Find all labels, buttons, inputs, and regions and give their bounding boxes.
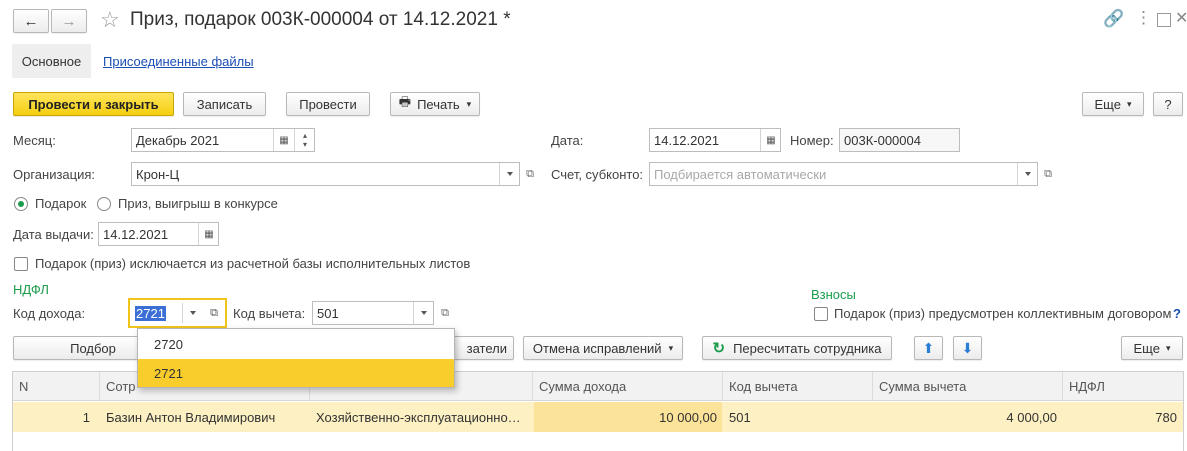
number-value: 003К-000004	[844, 133, 921, 148]
move-up-button[interactable]: ⬆	[914, 336, 943, 360]
chevron-down-icon[interactable]	[499, 163, 520, 185]
col-header-deduction-sum[interactable]: Сумма вычета	[873, 372, 1063, 400]
number-field[interactable]: 003К-000004	[839, 128, 960, 152]
tab-main[interactable]: Основное	[12, 44, 91, 78]
spin-stepper[interactable]: ▴ ▾	[294, 129, 315, 151]
menu-icon[interactable]: ⋮	[1135, 8, 1152, 28]
open-icon[interactable]: ⧉	[204, 303, 224, 323]
print-label: Печать	[417, 96, 460, 112]
issue-date-value: 14.12.2021	[103, 227, 169, 242]
more-label: Еще	[1094, 96, 1121, 112]
col-header-deduction-code[interactable]: Код вычета	[723, 372, 873, 400]
chevron-down-icon[interactable]	[413, 302, 434, 324]
exclude-label: Подарок (приз) исключается из расчетной …	[35, 256, 471, 271]
collective-checkbox[interactable]	[814, 307, 828, 321]
arrow-up-icon: ⬆	[922, 339, 935, 356]
cell-income-type: Хозяйственно-эксплуатационно…	[316, 410, 521, 425]
post-button[interactable]: Провести	[286, 92, 370, 116]
arrow-down-icon: ⬇	[961, 339, 974, 356]
chevron-down-icon: ▾	[668, 342, 674, 353]
page-title: Приз, подарок 003К-000004 от 14.12.2021 …	[130, 9, 511, 30]
table-more-button[interactable]: Еще ▾	[1121, 336, 1183, 360]
date-value: 14.12.2021	[654, 133, 720, 148]
help-button[interactable]: ?	[1153, 92, 1183, 116]
income-code-dropdown: 2720 2721	[137, 328, 455, 388]
deduction-code-field[interactable]: 501	[312, 301, 434, 325]
calendar-icon[interactable]: ▦	[760, 129, 781, 151]
close-icon[interactable]: ✕	[1175, 8, 1187, 28]
dropdown-option[interactable]: 2720	[138, 330, 454, 358]
radio-prize-label: Приз, выигрыш в конкурсе	[118, 196, 278, 211]
organization-value: Крон-Ц	[136, 167, 180, 182]
recalc-label: Пересчитать сотрудника	[733, 340, 882, 356]
chevron-down-icon[interactable]	[1017, 163, 1038, 185]
issue-date-field[interactable]: 14.12.2021 ▦	[98, 222, 219, 246]
tab-attached-files[interactable]: Присоединенные файлы	[103, 54, 254, 69]
dropdown-option-label: 2720	[154, 337, 183, 352]
col-header-ndfl[interactable]: НДФЛ	[1063, 372, 1183, 400]
open-icon[interactable]: ⧉	[1039, 163, 1057, 185]
move-down-button[interactable]: ⬇	[953, 336, 982, 360]
issue-date-label: Дата выдачи:	[13, 227, 94, 242]
post-and-close-button[interactable]: Провести и закрыть	[13, 92, 174, 116]
forward-button[interactable]: →	[51, 9, 87, 33]
radio-prize[interactable]	[97, 197, 111, 211]
maximize-icon[interactable]	[1157, 13, 1171, 27]
cell-n: 1	[82, 410, 90, 425]
open-icon[interactable]: ⧉	[436, 302, 454, 324]
date-label: Дата:	[551, 133, 584, 148]
deduction-code-value: 501	[317, 306, 339, 321]
open-icon[interactable]: ⧉	[521, 163, 539, 185]
more-button[interactable]: Еще ▾	[1082, 92, 1144, 116]
cell-deduction-code: 501	[729, 410, 751, 425]
income-code-value: 2721	[135, 306, 166, 321]
col-header-income-sum[interactable]: Сумма дохода	[533, 372, 723, 400]
cell-employee: Базин Антон Владимирович	[106, 410, 276, 425]
refresh-icon: ↻	[712, 340, 726, 357]
number-label: Номер:	[790, 133, 834, 148]
chevron-down-icon: ▾	[1165, 342, 1171, 353]
chevron-down-icon[interactable]	[182, 303, 203, 323]
tab-main-label: Основное	[21, 53, 82, 69]
deduction-code-label: Код вычета:	[233, 306, 306, 321]
account-label: Счет, субконто:	[551, 167, 644, 182]
ndfl-section-title: НДФЛ	[13, 282, 49, 297]
organization-field[interactable]: Крон-Ц	[131, 162, 520, 186]
account-placeholder: Подбирается автоматически	[654, 167, 827, 182]
favorite-star-icon[interactable]: ☆	[100, 7, 120, 33]
radio-gift[interactable]	[14, 197, 28, 211]
dropdown-option-label: 2721	[154, 366, 183, 381]
income-code-field[interactable]: 2721 ⧉	[128, 298, 227, 328]
chevron-down-icon: ▾	[466, 98, 472, 109]
back-button[interactable]: ←	[13, 9, 49, 33]
contrib-section-title: Взносы	[811, 287, 856, 302]
month-value: Декабрь 2021	[136, 133, 220, 148]
calendar-icon[interactable]: ▦	[273, 129, 294, 151]
radio-gift-label: Подарок	[35, 196, 87, 211]
calendar-icon[interactable]: ▦	[198, 223, 219, 245]
recalc-employee-button[interactable]: ↻ Пересчитать сотрудника	[702, 336, 892, 360]
organization-label: Организация:	[13, 167, 96, 182]
date-field[interactable]: 14.12.2021 ▦	[649, 128, 781, 152]
dropdown-option-selected[interactable]: 2721	[138, 359, 454, 387]
exclude-checkbox[interactable]	[14, 257, 28, 271]
month-field[interactable]: Декабрь 2021 ▦ ▴ ▾	[131, 128, 315, 152]
table-more-label: Еще	[1133, 340, 1160, 356]
link-icon[interactable]: 🔗	[1103, 9, 1124, 29]
month-label: Месяц:	[13, 133, 56, 148]
income-code-label: Код дохода:	[13, 306, 86, 321]
cell-ndfl: 780	[1155, 410, 1177, 425]
col-header-n[interactable]: N	[13, 372, 100, 400]
cancel-fix-button[interactable]: Отмена исправлений ▾	[523, 336, 683, 360]
account-field[interactable]: Подбирается автоматически	[649, 162, 1038, 186]
collective-label: Подарок (приз) предусмотрен коллективным…	[834, 306, 1172, 321]
save-button[interactable]: Записать	[183, 92, 266, 116]
cell-income-sum[interactable]: 10 000,00	[533, 402, 723, 432]
cancel-fix-label: Отмена исправлений	[532, 340, 662, 356]
chevron-down-icon: ▾	[1126, 98, 1132, 109]
cell-deduction-sum: 4 000,00	[1006, 410, 1057, 425]
printer-icon: 🖶	[398, 94, 412, 109]
collective-help-link[interactable]: ?	[1173, 306, 1181, 321]
print-button[interactable]: 🖶 Печать ▾	[390, 92, 480, 116]
